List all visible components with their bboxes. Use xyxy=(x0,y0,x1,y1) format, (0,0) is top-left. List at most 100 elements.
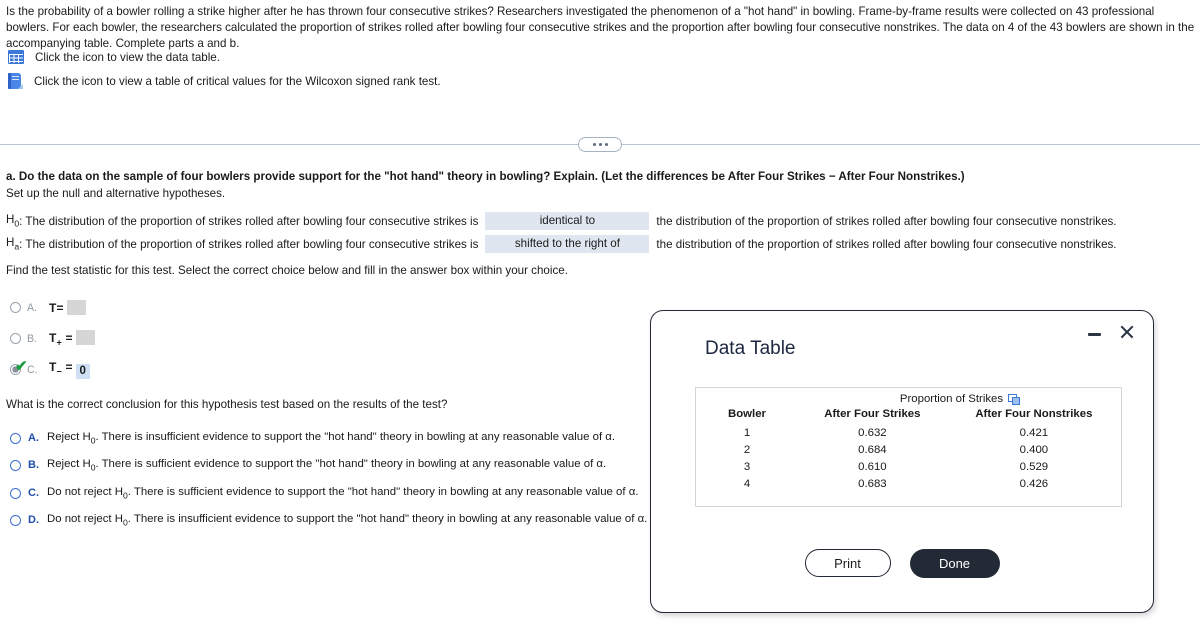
conclusion-radio-a[interactable] xyxy=(10,432,21,444)
span-header-spacer xyxy=(696,388,798,407)
conclusion-radio-b[interactable] xyxy=(10,459,21,471)
copy-icon[interactable] xyxy=(1008,394,1021,405)
proportion-of-strikes-table: Proportion of Strikes Bowler After Four … xyxy=(696,388,1121,492)
hypothesis-alt-row: Ha : The distribution of the proportion … xyxy=(6,235,1117,253)
column-header-after-four-strikes: After Four Strikes xyxy=(824,408,921,420)
data-table-link-row[interactable]: Click the icon to view the data table. xyxy=(8,50,220,64)
conclusion-a-pre: Reject H xyxy=(47,431,91,443)
table-span-header-row: Proportion of Strikes xyxy=(696,388,1121,407)
hypothesis-null-label: H0 xyxy=(6,213,20,229)
statistic-radio-c-wrap[interactable]: ✔ xyxy=(10,359,28,375)
dot-1 xyxy=(592,143,596,146)
statistic-choice-c-expression: T− = 0 xyxy=(49,360,90,379)
conclusion-choice-a[interactable]: A. Reject H0. There is insufficient evid… xyxy=(10,431,615,445)
hypothesis-alt-pre: : The distribution of the proportion of … xyxy=(19,237,479,251)
statistic-choice-c[interactable]: ✔ C. T− = 0 xyxy=(10,359,90,379)
conclusion-choice-a-letter: A. xyxy=(28,432,39,445)
cell-after-four-nonstrikes: 0.529 xyxy=(1019,460,1049,473)
statistic-a-symbol: T xyxy=(49,301,57,315)
statistic-c-symbol: T xyxy=(49,360,57,374)
statistic-radio-a-wrap[interactable] xyxy=(10,302,21,313)
conclusion-c-pre: Do not reject H xyxy=(47,486,123,498)
conclusion-radio-d[interactable] xyxy=(10,514,21,526)
print-button[interactable]: Print xyxy=(804,549,891,577)
conclusion-choice-d-text: Do not reject H0. There is insufficient … xyxy=(47,513,647,527)
conclusion-choice-d-letter: D. xyxy=(28,514,39,527)
conclusion-a-post: . There is insufficient evidence to supp… xyxy=(95,431,616,443)
divider-more-button[interactable] xyxy=(578,137,622,152)
page-root: Is the probability of a bowler rolling a… xyxy=(0,0,1200,633)
statistic-choice-c-letter: C. xyxy=(27,363,38,376)
critical-values-link-label[interactable]: Click the icon to view a table of critic… xyxy=(34,75,441,88)
dialog-window-controls xyxy=(1088,324,1135,340)
data-table-frame: Proportion of Strikes Bowler After Four … xyxy=(695,387,1122,507)
conclusion-choice-c-text: Do not reject H0. There is sufficient ev… xyxy=(47,486,638,500)
hypothesis-alt-label: Ha xyxy=(6,236,20,252)
statistic-choice-a[interactable]: A. T= xyxy=(10,300,86,315)
done-button[interactable]: Done xyxy=(909,549,1000,578)
table-body: 1 0.632 0.421 2 0.684 0.400 3 0.610 0.52… xyxy=(696,424,1121,492)
statistic-radio-a[interactable] xyxy=(10,302,21,313)
column-header-after-four-nonstrikes: After Four Nonstrikes xyxy=(975,408,1093,420)
conclusion-c-post: . There is sufficient evidence to suppor… xyxy=(127,486,639,498)
hypothesis-alt-post: the distribution of the proportion of st… xyxy=(656,237,1117,251)
find-statistic-prompt: Find the test statistic for this test. S… xyxy=(6,264,568,277)
conclusion-b-pre: Reject H xyxy=(47,458,91,470)
statistic-choice-b-expression: T+ = xyxy=(49,330,95,347)
hypothesis-alt-dropdown[interactable]: shifted to the right of xyxy=(485,235,650,253)
statistic-a-equals: = xyxy=(56,301,64,315)
close-icon[interactable] xyxy=(1119,324,1135,340)
cell-bowler: 3 xyxy=(743,460,751,473)
part-a-line2: Set up the null and alternative hypothes… xyxy=(6,186,226,200)
cell-after-four-strikes: 0.610 xyxy=(858,460,887,473)
statistic-radio-b[interactable] xyxy=(10,333,21,345)
data-table-dialog: Data Table Proportion of Strikes Bowler … xyxy=(650,310,1154,613)
statistic-choice-a-expression: T= xyxy=(49,300,86,315)
conclusion-choice-c[interactable]: C. Do not reject H0. There is sufficient… xyxy=(10,486,638,500)
part-a-line1: a. Do the data on the sample of four bow… xyxy=(6,170,965,183)
conclusion-question: What is the correct conclusion for this … xyxy=(6,398,448,411)
problem-statement: Is the probability of a bowler rolling a… xyxy=(6,5,1195,51)
conclusion-choice-b-letter: B. xyxy=(28,459,39,472)
cell-after-four-strikes: 0.632 xyxy=(858,426,887,439)
conclusion-choice-b-text: Reject H0. There is sufficient evidence … xyxy=(47,458,606,472)
hypothesis-null-pre: : The distribution of the proportion of … xyxy=(19,214,479,228)
span-header-cell: Proportion of Strikes xyxy=(798,388,1121,407)
hypothesis-null-row: H0 : The distribution of the proportion … xyxy=(6,212,1117,230)
statistic-radio-b-wrap[interactable] xyxy=(10,333,21,345)
hypothesis-null-post: the distribution of the proportion of st… xyxy=(656,214,1117,228)
cell-bowler: 1 xyxy=(743,426,751,439)
grid-table-icon[interactable] xyxy=(8,50,24,64)
statistic-choice-b[interactable]: B. T+ = xyxy=(10,330,95,347)
cell-after-four-strikes: 0.683 xyxy=(858,477,887,490)
statistic-choice-b-letter: B. xyxy=(27,332,38,345)
statistic-c-input[interactable]: 0 xyxy=(75,364,90,379)
statistic-b-input[interactable] xyxy=(75,330,95,345)
table-row: 2 0.684 0.400 xyxy=(696,441,1121,458)
conclusion-radio-c[interactable] xyxy=(10,487,21,499)
table-row: 1 0.632 0.421 xyxy=(696,424,1121,441)
conclusion-choice-c-letter: C. xyxy=(28,487,39,500)
conclusion-b-post: . There is sufficient evidence to suppor… xyxy=(95,458,607,470)
conclusion-choice-d[interactable]: D. Do not reject H0. There is insufficie… xyxy=(10,513,647,527)
book-icon[interactable] xyxy=(8,73,23,90)
cell-after-four-strikes: 0.684 xyxy=(858,443,887,456)
column-header-bowler: Bowler xyxy=(728,408,766,420)
data-table-link-label[interactable]: Click the icon to view the data table. xyxy=(35,51,220,64)
cell-after-four-nonstrikes: 0.421 xyxy=(1019,426,1049,439)
statistic-c-subscript: − xyxy=(56,366,62,377)
table-header-row: Bowler After Four Strikes After Four Non… xyxy=(696,407,1121,424)
hypothesis-null-dropdown[interactable]: identical to xyxy=(485,212,650,230)
dot-3 xyxy=(604,143,608,146)
conclusion-choice-b[interactable]: B. Reject H0. There is sufficient eviden… xyxy=(10,458,606,472)
dot-2 xyxy=(598,143,602,146)
cell-bowler: 4 xyxy=(743,477,751,490)
statistic-b-symbol: T xyxy=(49,331,57,345)
statistic-a-input[interactable] xyxy=(66,300,86,315)
cell-after-four-nonstrikes: 0.400 xyxy=(1019,443,1049,456)
dialog-action-bar: Print Done xyxy=(651,549,1153,578)
conclusion-d-pre: Do not reject H xyxy=(47,513,123,525)
minimize-icon[interactable] xyxy=(1088,332,1101,337)
statistic-radio-c[interactable] xyxy=(10,364,21,375)
critical-values-link-row[interactable]: Click the icon to view a table of critic… xyxy=(8,73,441,90)
